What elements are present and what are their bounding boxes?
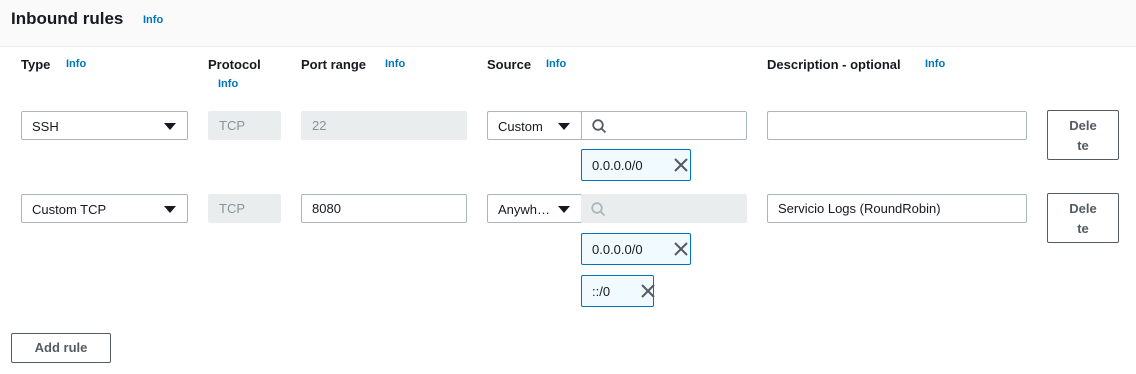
source-token-value: 0.0.0.0/0: [592, 158, 643, 173]
source-info-link[interactable]: Info: [546, 58, 566, 70]
col-protocol-header: Protocol: [208, 57, 261, 72]
close-icon[interactable]: [641, 284, 655, 298]
port-range-input: 22: [301, 111, 467, 140]
col-source-header: Source: [487, 57, 532, 72]
description-info-link[interactable]: Info: [925, 58, 945, 70]
source-token: ::/0: [581, 275, 655, 307]
delete-button[interactable]: Dele te: [1047, 193, 1119, 243]
col-description-header: Description - optional: [767, 57, 901, 72]
protocol-field: TCP: [208, 194, 281, 223]
close-icon[interactable]: [674, 242, 688, 256]
port-info-link[interactable]: Info: [385, 58, 405, 70]
source-token: 0.0.0.0/0: [581, 149, 691, 181]
source-select-value: Anywh…: [498, 202, 551, 217]
delete-button-label-2: te: [1077, 138, 1089, 153]
source-search-input[interactable]: [581, 111, 747, 140]
close-icon[interactable]: [674, 158, 688, 172]
section-header: Inbound rules Info: [0, 0, 1136, 47]
delete-button-label-1: Dele: [1069, 118, 1097, 133]
title-info-link[interactable]: Info: [143, 14, 163, 26]
section-title: Inbound rules: [11, 9, 124, 28]
col-type-header: Type: [21, 57, 51, 72]
search-icon: [592, 119, 607, 134]
caret-down-icon: [558, 206, 570, 213]
type-select[interactable]: SSH: [21, 111, 188, 140]
type-select[interactable]: Custom TCP: [21, 194, 188, 223]
description-input[interactable]: Servicio Logs (RoundRobin): [767, 194, 1027, 223]
caret-down-icon: [164, 123, 176, 130]
add-rule-button[interactable]: Add rule: [11, 333, 111, 363]
source-select-value: Custom: [498, 119, 543, 134]
search-icon: [591, 202, 606, 217]
source-token-value: ::/0: [592, 284, 611, 299]
protocol-field: TCP: [208, 111, 281, 140]
source-select[interactable]: Custom: [487, 111, 582, 140]
source-search-input: [581, 194, 747, 223]
source-token: 0.0.0.0/0: [581, 233, 691, 265]
type-info-link[interactable]: Info: [66, 58, 86, 70]
type-select-value: Custom TCP: [32, 202, 107, 217]
description-input[interactable]: [767, 111, 1027, 140]
type-select-value: SSH: [32, 119, 59, 134]
delete-button-label-2: te: [1077, 221, 1089, 236]
port-range-input[interactable]: 8080: [301, 194, 467, 223]
caret-down-icon: [164, 206, 176, 213]
source-token-value: 0.0.0.0/0: [592, 242, 643, 257]
source-select[interactable]: Anywh…: [487, 194, 582, 223]
protocol-info-link[interactable]: Info: [218, 78, 238, 90]
delete-button-label-1: Dele: [1069, 201, 1097, 216]
caret-down-icon: [558, 123, 570, 130]
delete-button[interactable]: Dele te: [1047, 110, 1119, 160]
col-port-header: Port range: [301, 57, 367, 72]
